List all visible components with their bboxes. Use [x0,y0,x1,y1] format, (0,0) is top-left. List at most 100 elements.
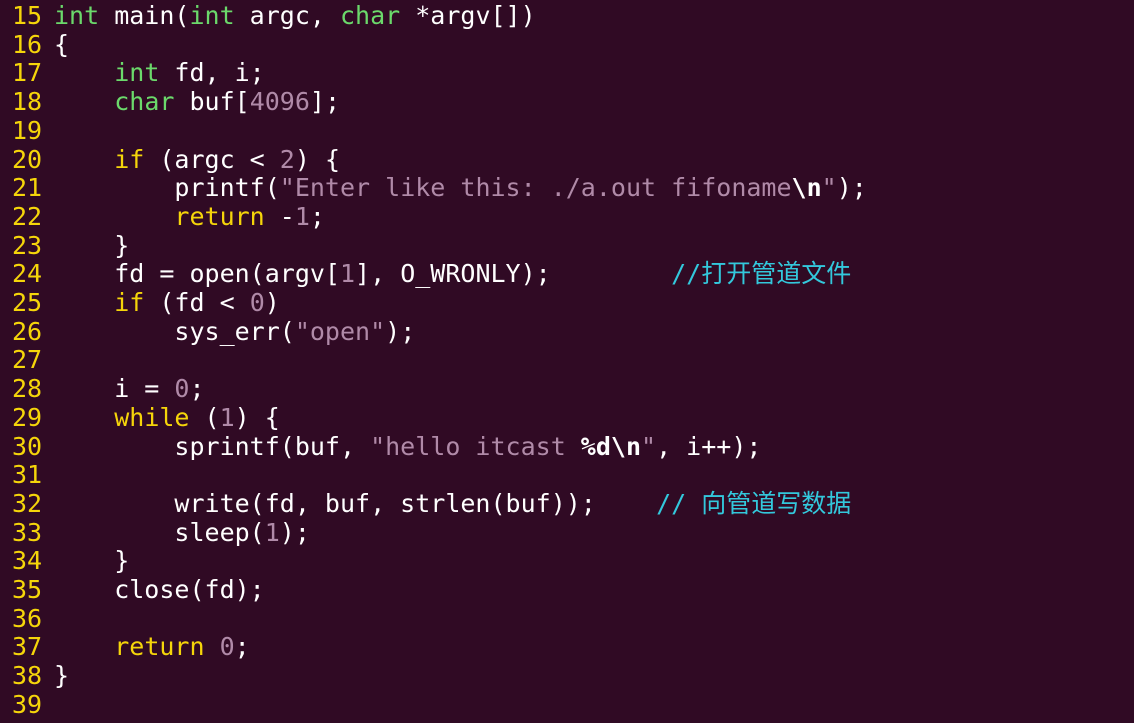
code-line[interactable]: 24 fd = open(argv[1], O_WRONLY); //打开管道文… [0,259,851,289]
code-line[interactable]: 17 int fd, i; [0,59,265,88]
line-number: 22 [12,201,43,231]
code-line[interactable]: 25 if (fd < 0) [0,288,280,318]
code-line[interactable]: 15 int main(int argc, char *argv[]) [0,1,536,31]
line-number: 33 [12,517,43,547]
code-token: ; [234,632,250,662]
code-text[interactable]: sprintf(buf, "hello itcast %d\n", i++); [54,432,761,461]
line-number: 36 [12,603,43,633]
line-number: 20 [12,144,43,174]
code-line[interactable]: 28 i = 0; [0,374,205,404]
code-line[interactable]: 36 [0,603,54,634]
code-line[interactable]: 21 printf("Enter like this: ./a.out fifo… [0,173,867,203]
code-line[interactable]: 16 { [0,30,69,60]
code-token: 0 [219,632,235,662]
code-token: %d\n [580,431,642,461]
code-token: "open" [294,316,386,346]
code-token: sys_err( [54,316,295,346]
code-text[interactable]: while (1) { [54,403,280,432]
code-text[interactable]: i = 0; [54,374,205,404]
code-token: 1 [339,259,356,289]
code-token: ( [189,402,220,432]
code-line[interactable]: 18 char buf[4096]; [0,87,340,117]
code-text[interactable]: } [54,231,129,260]
code-token: } [54,230,130,260]
code-token: int [189,1,235,30]
line-number: 19 [12,115,43,145]
line-number: 24 [12,259,43,289]
code-token: ) { [294,144,341,174]
code-token: int [114,58,160,88]
code-token: ); [385,316,416,346]
code-line[interactable]: 38} [0,661,69,691]
code-line[interactable]: 22 return -1; [0,201,325,232]
code-token: ; [189,374,205,404]
code-editor[interactable]: 15 int main(int argc, char *argv[]) 16{17 … [0,0,1134,723]
code-text[interactable]: char buf[4096]; [54,87,340,116]
code-text[interactable]: } [54,546,129,575]
line-number: 18 [12,87,43,117]
code-line[interactable]: 19 [0,115,54,146]
line-number: 25 [12,288,43,317]
code-text[interactable]: int fd, i; [54,58,265,88]
code-token: } [54,546,130,576]
code-token: ); [279,517,310,547]
code-token: 0 [174,374,190,404]
code-text[interactable]: if (argc < 2) { [54,145,340,174]
line-number: 23 [12,230,43,260]
code-token: sleep( [54,517,265,547]
code-token: main( [99,1,190,30]
code-line[interactable]: 37 return 0; [0,633,250,662]
code-text[interactable]: } [54,661,69,690]
code-token: (argc < [144,144,280,174]
code-text[interactable]: close(fd); [54,575,265,604]
line-number: 17 [12,58,43,88]
code-token: (fd < [144,288,250,317]
code-token: buf[ [174,87,250,117]
code-comment: //打开管道文件 [671,259,852,289]
line-number: 32 [12,488,43,518]
code-text[interactable]: fd = open(argv[1], O_WRONLY); //打开管道文件 [54,259,851,288]
code-text[interactable]: sys_err("open"); [54,317,415,346]
code-line[interactable]: 30 sprintf(buf, "hello itcast %d\n", i++… [0,431,761,462]
code-text[interactable]: return -1; [54,202,325,231]
code-text[interactable]: int main(int argc, char *argv[]) [54,1,536,30]
line-number: 30 [12,431,43,461]
line-number: 39 [12,689,43,719]
code-text[interactable]: if (fd < 0) [54,288,280,317]
code-token: if [114,144,145,174]
code-text[interactable]: return 0; [54,632,250,662]
code-line[interactable]: 32 write(fd, buf, strlen(buf)); // 向管道写数… [0,488,851,519]
code-line[interactable]: 23 } [0,230,129,261]
code-line[interactable]: 34 } [0,546,129,576]
code-token: int [54,1,100,30]
code-text[interactable]: printf("Enter like this: ./a.out fifonam… [54,173,866,202]
code-line[interactable]: 35 close(fd); [0,575,265,605]
code-token: ]; [309,87,341,117]
code-token: argc, [234,1,340,30]
code-token: close(fd); [54,575,265,604]
code-token: *argv[]) [400,1,536,30]
code-token: ) { [234,402,280,432]
code-line[interactable]: 26 sys_err("open"); [0,316,415,347]
line-number: 34 [12,546,43,576]
code-token: i = [54,374,175,404]
code-token: return [114,632,205,662]
code-line[interactable]: 20 if (argc < 2) { [0,144,340,175]
code-line[interactable]: 39 [0,689,54,720]
code-text[interactable]: write(fd, buf, strlen(buf)); // 向管道写数据 [54,489,851,518]
code-line[interactable]: 33 sleep(1); [0,517,310,548]
code-token: 1 [264,517,280,547]
code-token: while [114,402,190,432]
code-line[interactable]: 31 [0,460,54,490]
code-text[interactable]: { [54,30,69,59]
line-number: 38 [12,661,43,691]
code-text[interactable]: sleep(1); [54,517,310,547]
line-number: 26 [12,316,43,346]
code-line[interactable]: 27 [0,346,54,375]
code-comment: // 向管道写数据 [656,488,852,518]
line-number: 31 [12,460,43,490]
code-line[interactable]: 29 while (1) { [0,403,280,433]
